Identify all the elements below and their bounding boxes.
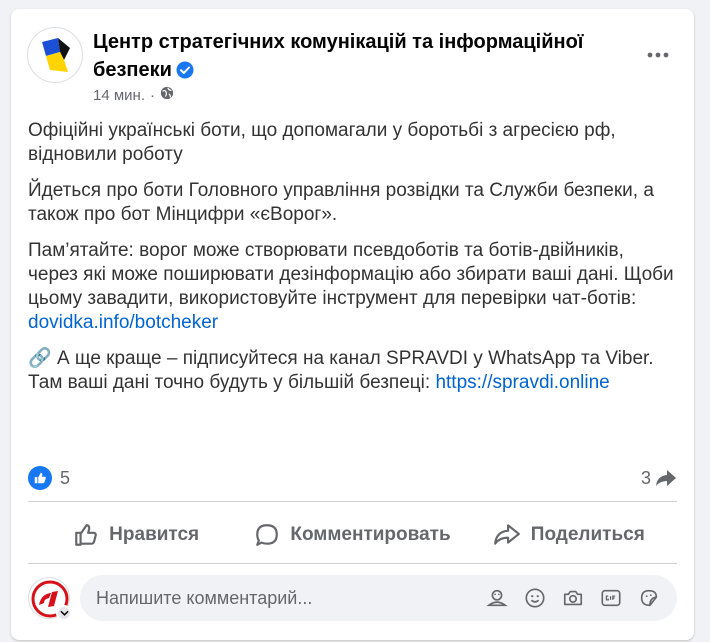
share-button-label: Поделиться — [530, 524, 645, 545]
share-count[interactable]: 3 — [641, 468, 651, 489]
post-paragraph: Пам’ятайте: ворог може створювати псевдо… — [28, 240, 674, 333]
comment-button[interactable]: Комментировать — [244, 515, 460, 555]
divider — [28, 501, 677, 502]
post-header: Центр стратегічних комунікацій та інформ… — [27, 27, 678, 107]
sticker-button[interactable] — [635, 584, 663, 612]
smiley-icon — [525, 588, 545, 608]
post-card: Центр стратегічних комунікацій та інформ… — [11, 9, 694, 640]
post-paragraph: 🔗 А ще краще – підписуйтеся на канал SPR… — [28, 348, 654, 393]
post-body: Офіційні українські боти, що допомагали … — [28, 119, 678, 407]
post-paragraph: Офіційні українські боти, що допомагали … — [28, 120, 616, 165]
share-icon — [493, 524, 520, 545]
share-arrow-icon — [656, 470, 676, 486]
post-meta: 14 мин. · — [93, 86, 174, 104]
page-title-text[interactable]: Центр стратегічних комунікацій та інформ… — [93, 31, 583, 81]
account-switch-button[interactable] — [56, 605, 72, 621]
globe-icon[interactable] — [160, 86, 174, 104]
post-paragraph: Йдеться про боти Головного управління ро… — [28, 180, 654, 225]
comment-button-label: Комментировать — [290, 524, 451, 545]
spravdi-link[interactable]: https://spravdi.online — [435, 372, 609, 393]
like-count[interactable]: 5 — [60, 468, 70, 489]
page-avatar[interactable] — [27, 27, 83, 83]
page-title[interactable]: Центр стратегічних комунікацій та інформ… — [93, 28, 633, 87]
comment-input[interactable] — [96, 587, 483, 609]
action-bar: Нравится Комментировать Поделиться — [28, 515, 677, 555]
post-timestamp[interactable]: 14 мин. — [93, 87, 145, 104]
comment-tools — [483, 584, 677, 612]
more-options-button[interactable] — [638, 35, 678, 75]
reactions-bar: 5 3 — [28, 465, 677, 491]
meta-separator: · — [150, 86, 155, 104]
comment-bubble-icon — [256, 524, 279, 546]
avatar-sticker-button[interactable] — [483, 584, 511, 612]
gif-icon — [601, 589, 621, 607]
camera-icon — [563, 590, 583, 606]
photo-button[interactable] — [559, 584, 587, 612]
share-summary[interactable]: 3 — [641, 468, 677, 489]
avatar-sticker-icon — [486, 589, 508, 607]
verified-badge-icon — [176, 59, 194, 87]
comment-composer — [28, 575, 677, 621]
csc-logo-icon — [42, 38, 70, 72]
comment-box[interactable] — [80, 575, 677, 621]
more-dots-icon — [647, 52, 669, 58]
botcheker-link[interactable]: dovidka.info/botcheker — [28, 312, 218, 333]
reaction-summary[interactable]: 5 — [28, 466, 70, 490]
like-button[interactable]: Нравится — [28, 515, 244, 555]
share-button[interactable]: Поделиться — [461, 515, 677, 555]
chevron-down-icon — [59, 610, 69, 616]
like-button-label: Нравится — [109, 524, 200, 545]
link-emoji-icon: 🔗 — [28, 348, 52, 369]
gif-button[interactable] — [597, 584, 625, 612]
like-reaction-icon — [28, 466, 52, 490]
sticker-icon — [640, 589, 658, 607]
thumbs-up-icon — [75, 524, 98, 546]
divider — [28, 563, 677, 564]
emoji-button[interactable] — [521, 584, 549, 612]
